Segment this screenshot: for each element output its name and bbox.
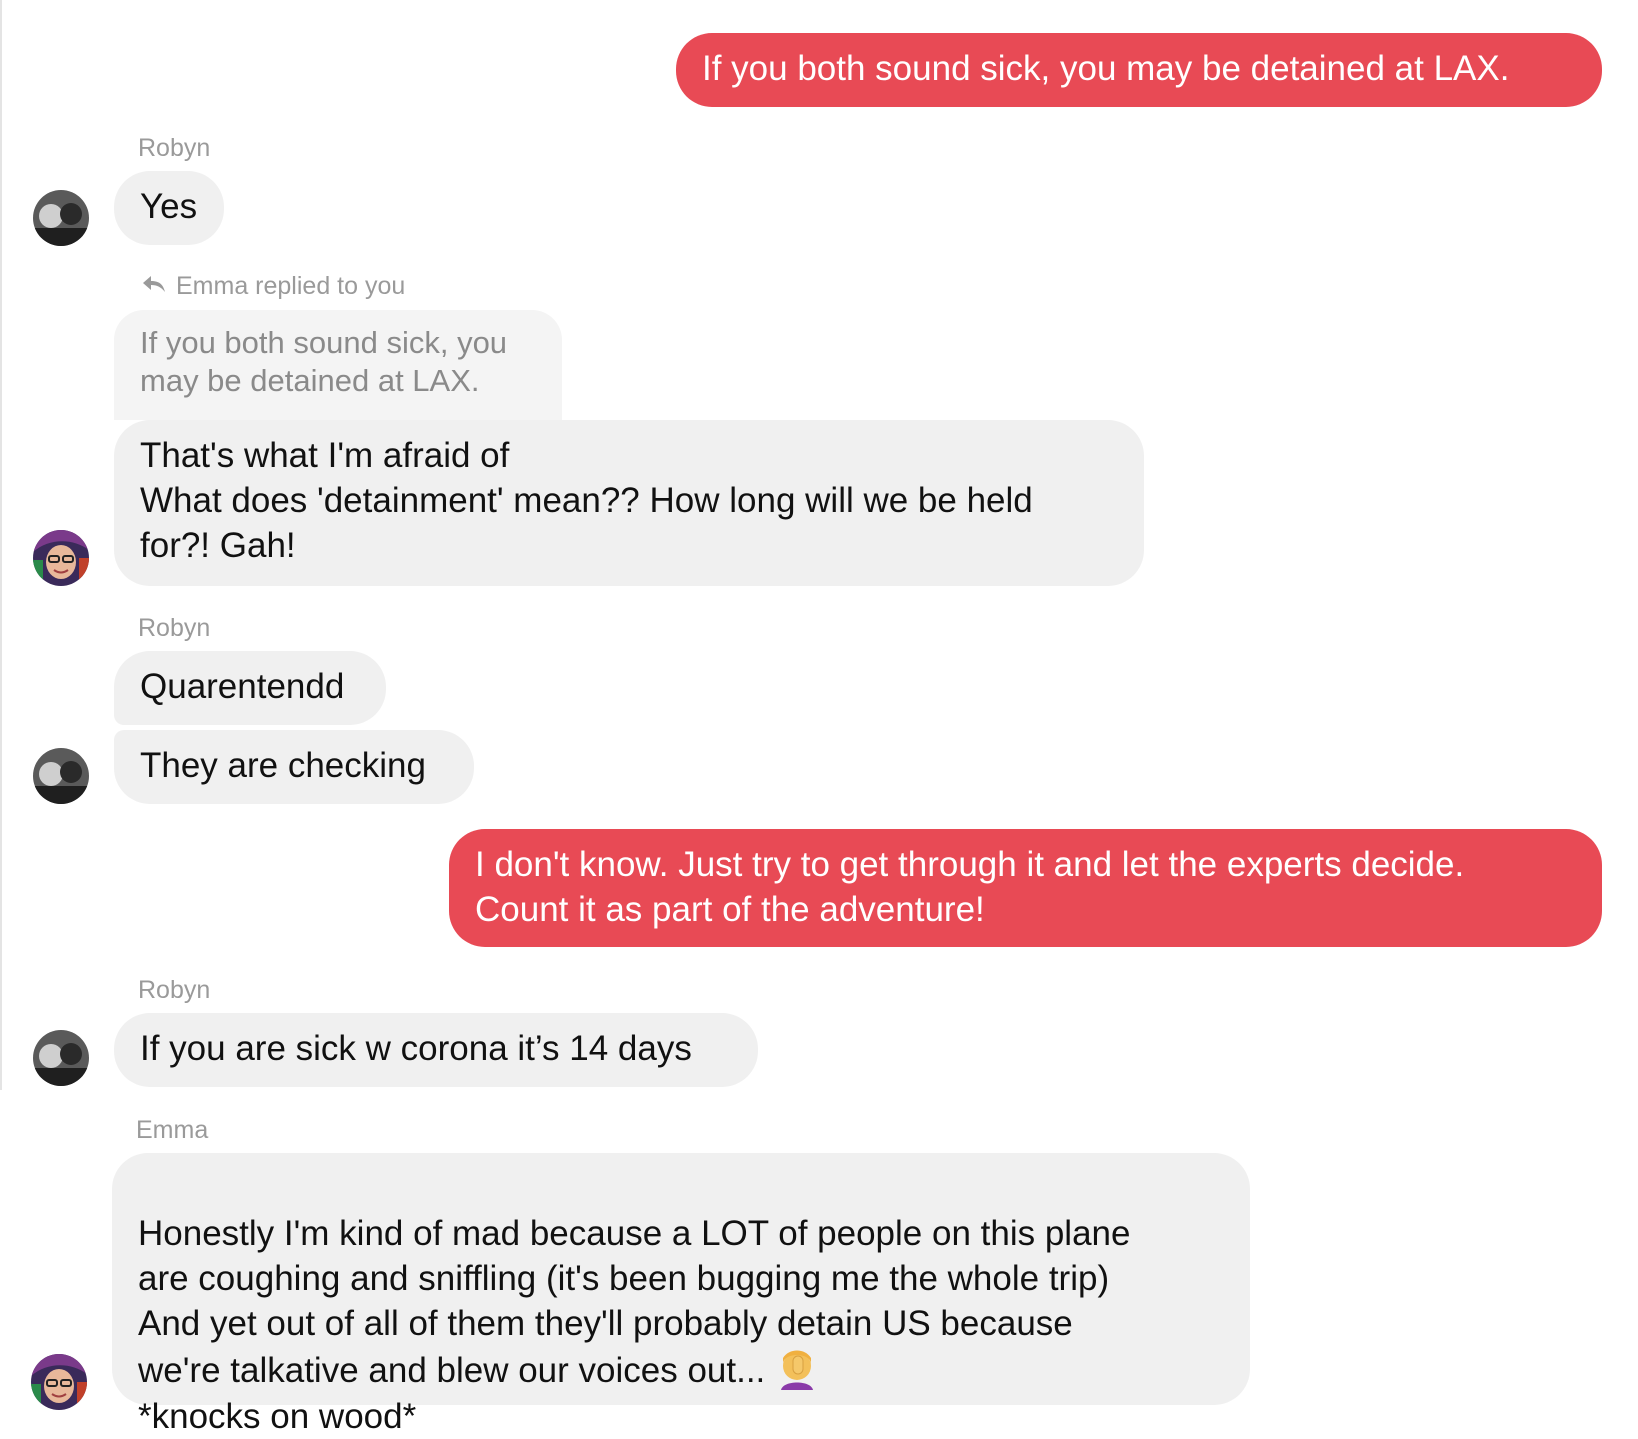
outgoing-message[interactable]: If you both sound sick, you may be detai… [676,33,1602,107]
emma-avatar[interactable] [33,530,89,586]
facepalm-emoji-icon [775,1350,819,1391]
message-text: Honestly I'm kind of mad because a LOT o… [138,1214,1131,1390]
robyn-avatar[interactable] [33,190,89,246]
message-text-tail: *knocks on wood* [138,1397,417,1436]
incoming-message[interactable]: Quarentendd [114,651,386,725]
sender-name: Robyn [138,976,211,1004]
reply-label: Emma replied to you [176,272,406,300]
incoming-message[interactable]: If you are sick w corona it’s 14 days [114,1013,758,1087]
sender-name: Robyn [138,134,211,162]
reply-indicator: Emma replied to you [142,272,405,301]
incoming-message[interactable]: Yes [114,171,224,245]
reply-arrow-icon [142,272,166,301]
robyn-avatar[interactable] [33,1030,89,1086]
incoming-message[interactable]: They are checking [114,730,474,804]
quoted-message[interactable]: If you both sound sick, you may be detai… [114,310,562,420]
incoming-message[interactable]: Honestly I'm kind of mad because a LOT o… [112,1153,1250,1436]
sender-name: Robyn [138,614,211,642]
robyn-avatar[interactable] [33,748,89,804]
outgoing-message[interactable]: I don't know. Just try to get through it… [449,829,1602,947]
incoming-message[interactable]: That's what I'm afraid of What does 'det… [114,420,1144,586]
panel-edge [0,0,2,1090]
sender-name: Emma [136,1116,209,1144]
emma-avatar[interactable] [31,1354,87,1410]
